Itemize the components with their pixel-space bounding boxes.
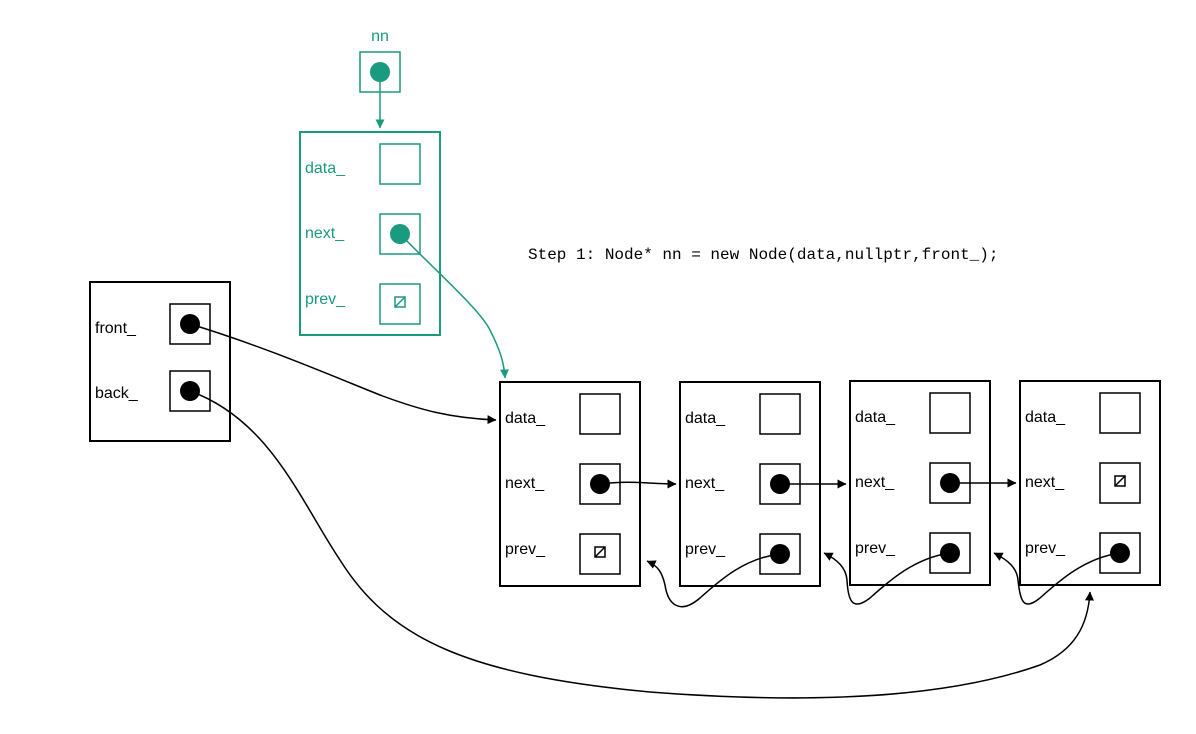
node-4-data-label: data_: [1025, 409, 1066, 426]
node-2-next-label: next_: [685, 475, 725, 492]
new-node-prev-label: prev_: [305, 291, 346, 308]
nn-pointer-label: nn: [371, 28, 389, 45]
node-4-prev-label: prev_: [1025, 540, 1066, 557]
front-pointer-arrow: [189, 323, 497, 425]
linked-list-diagram: Step 1: Node* nn = new Node(data,nullptr…: [89, 28, 1161, 699]
node-1-data-label: data_: [505, 410, 546, 427]
node-3-prev-label: prev_: [855, 540, 896, 557]
list-header: front_ back_: [89, 281, 231, 442]
node-4-data-cell: [1099, 392, 1141, 434]
node-2-data-label: data_: [685, 410, 726, 427]
node-3-data-label: data_: [855, 409, 896, 426]
node-1-prev-cell: [579, 533, 621, 575]
back-label: back_: [95, 385, 139, 402]
node-1-prev-label: prev_: [505, 541, 546, 558]
node-1-next-label: next_: [505, 475, 545, 492]
new-node-prev-cell: [379, 283, 421, 325]
node-2-prev-label: prev_: [685, 541, 726, 558]
new-node-data-cell: [379, 143, 421, 185]
node-1-data-cell: [579, 393, 621, 435]
new-node-next-label: next_: [305, 225, 345, 242]
node-4-next-cell: [1099, 462, 1141, 504]
step-caption: Step 1: Node* nn = new Node(data,nullptr…: [528, 246, 998, 264]
new-node-data-label: data_: [305, 160, 346, 177]
node-2-data-cell: [759, 393, 801, 435]
list-node-1: data_ next_ prev_: [499, 381, 641, 587]
new-node: data_ next_ prev_: [299, 131, 441, 336]
front-label: front_: [95, 320, 137, 337]
node-4-next-label: next_: [1025, 474, 1065, 491]
list-node-4: data_ next_ prev_: [1019, 380, 1161, 586]
node-3-next-label: next_: [855, 474, 895, 491]
node-3-data-cell: [929, 392, 971, 434]
